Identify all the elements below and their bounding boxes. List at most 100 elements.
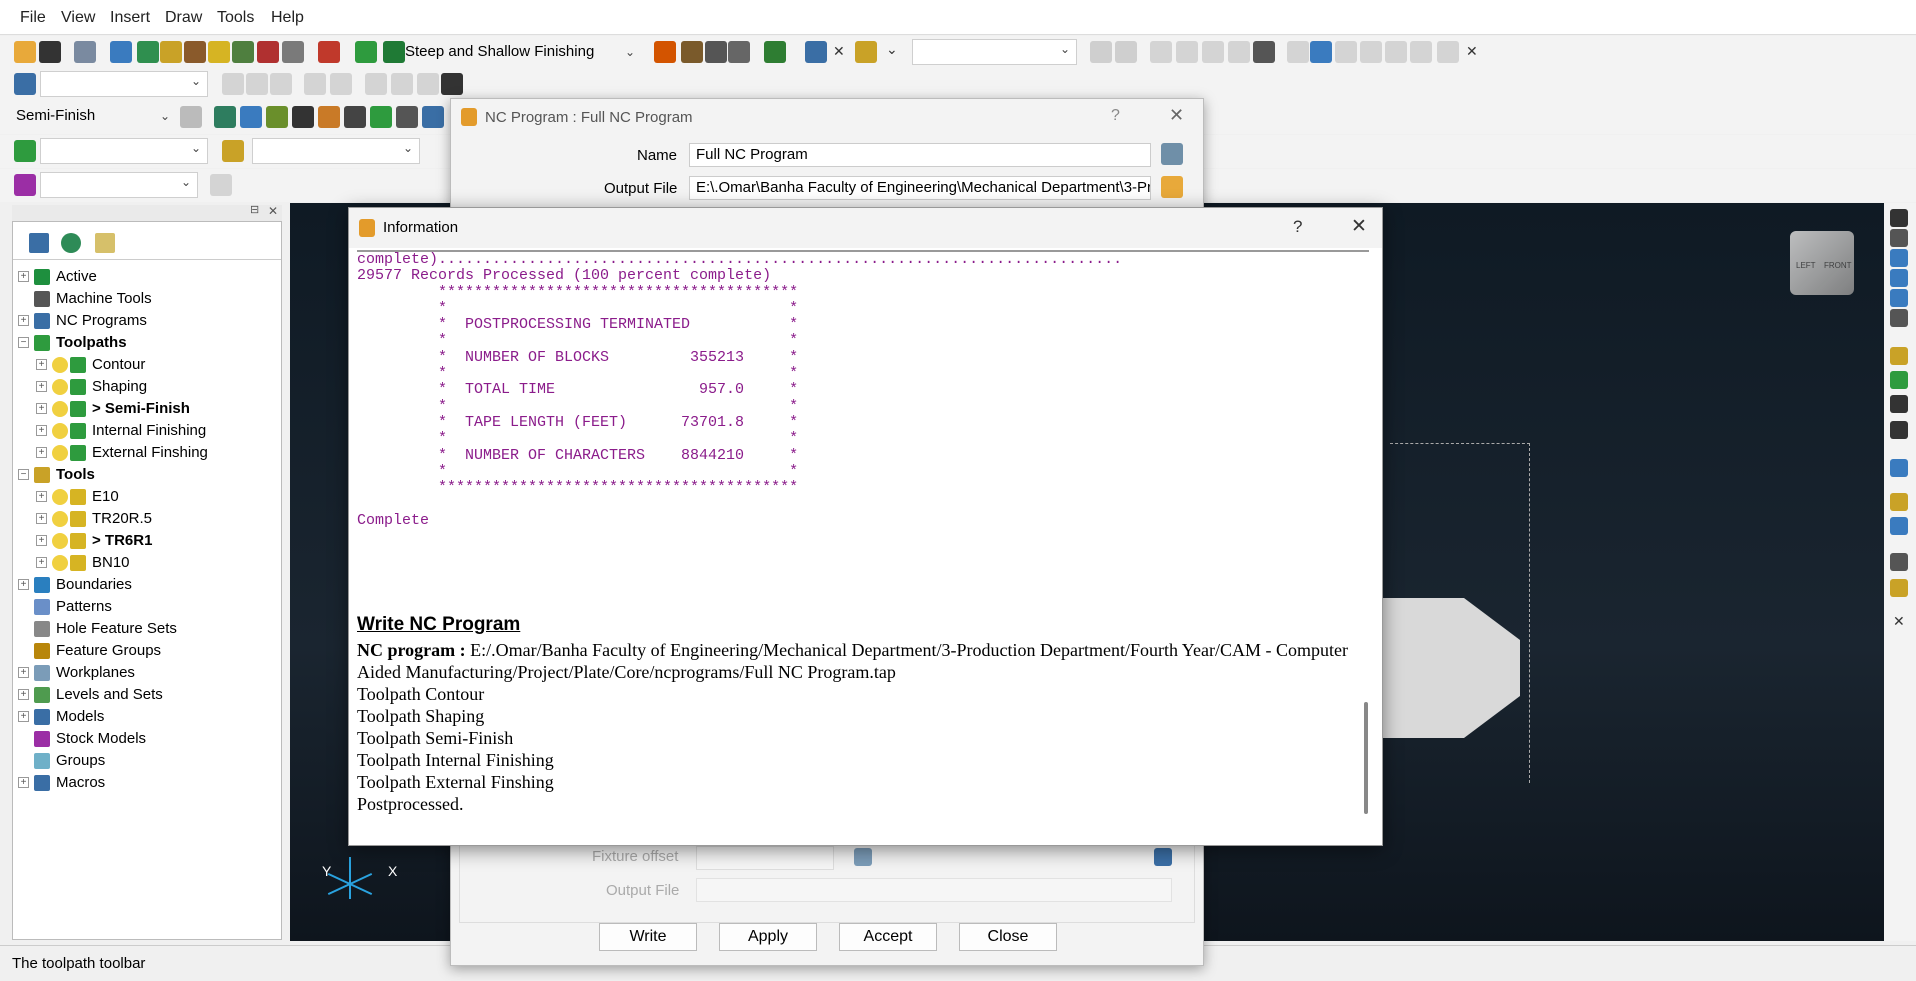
levels-icon[interactable] — [257, 41, 279, 63]
view-tool-icon[interactable] — [1890, 309, 1908, 327]
menu-view[interactable]: View — [61, 9, 95, 27]
tree-expander[interactable]: + — [18, 711, 29, 722]
calculator-icon[interactable] — [705, 41, 727, 63]
tool-combo[interactable]: ⌄ — [252, 138, 420, 164]
toolpath-strategy-combo[interactable]: Steep and Shallow Finishing ⌄ — [405, 41, 643, 65]
strategy-icon[interactable] — [292, 106, 314, 128]
close-button[interactable]: ✕ — [1169, 105, 1184, 126]
apply-button[interactable]: Apply — [719, 923, 817, 951]
tree-item-label[interactable]: Tools — [56, 466, 95, 483]
tree-item-label[interactable]: > TR6R1 — [92, 532, 152, 549]
output-file-input[interactable]: E:\.Omar\Banha Faculty of Engineering\Me… — [689, 176, 1151, 200]
tree-expander[interactable]: + — [18, 271, 29, 282]
tree-item-label[interactable]: Boundaries — [56, 576, 132, 593]
tree-expander[interactable]: + — [18, 667, 29, 678]
tree-expander[interactable]: + — [36, 557, 47, 568]
shading-icon[interactable] — [1253, 41, 1275, 63]
tree-expander[interactable]: − — [18, 337, 29, 348]
rotate-icon[interactable] — [1310, 41, 1332, 63]
view-tool-icon[interactable] — [1890, 579, 1908, 597]
tree-item-label[interactable]: Internal Finishing — [92, 422, 206, 439]
strategy-icon[interactable] — [318, 106, 340, 128]
tree-expander[interactable]: + — [18, 689, 29, 700]
tree-item-label[interactable]: Toolpaths — [56, 334, 127, 351]
tree-item-label[interactable]: > Semi-Finish — [92, 400, 190, 417]
view-cube[interactable]: LEFT FRONT — [1790, 231, 1854, 295]
menu-help[interactable]: Help — [271, 9, 304, 27]
tree-expander[interactable]: + — [36, 425, 47, 436]
help-button[interactable]: ? — [1111, 107, 1120, 125]
calculate-icon[interactable] — [654, 41, 676, 63]
properties-icon[interactable] — [1161, 143, 1183, 165]
stock-icon[interactable] — [318, 41, 340, 63]
view-combo[interactable]: ⌄ — [912, 39, 1077, 65]
view-tool-icon[interactable] — [1890, 371, 1908, 389]
tree-item-label[interactable]: Hole Feature Sets — [56, 620, 177, 637]
tree-item-label[interactable]: External Finshing — [92, 444, 208, 461]
strategy-icon[interactable] — [266, 106, 288, 128]
view-tool-icon[interactable] — [1890, 395, 1908, 413]
tree-expander[interactable]: + — [36, 381, 47, 392]
pencil-icon[interactable] — [232, 41, 254, 63]
tree-expander[interactable]: + — [18, 315, 29, 326]
workplane-icon[interactable] — [282, 41, 304, 63]
stock-model-combo[interactable]: ⌄ — [40, 172, 198, 198]
close-dialog-button[interactable]: Close — [959, 923, 1057, 951]
view-tool-icon[interactable] — [1890, 347, 1908, 365]
information-content[interactable]: complete)...............................… — [357, 252, 1369, 839]
tree-item-label[interactable]: Levels and Sets — [56, 686, 163, 703]
machine-icon[interactable] — [441, 73, 463, 95]
menu-file[interactable]: File — [20, 9, 46, 27]
pattern-icon[interactable] — [160, 41, 182, 63]
tool-icon[interactable] — [208, 41, 230, 63]
tree-expander[interactable]: + — [18, 777, 29, 788]
tool-icon[interactable] — [222, 140, 244, 162]
boundary-icon[interactable] — [137, 41, 159, 63]
open-icon[interactable] — [14, 41, 36, 63]
tree-expander[interactable]: + — [36, 513, 47, 524]
close-icon[interactable]: ✕ — [833, 43, 845, 60]
close-icon[interactable]: ✕ — [1893, 613, 1905, 630]
active-toolpath-combo[interactable]: Semi-Finish ⌄ — [10, 105, 178, 129]
tree-item-label[interactable]: Machine Tools — [56, 290, 152, 307]
help-button[interactable]: ? — [1293, 217, 1302, 237]
feature-icon[interactable] — [184, 41, 206, 63]
view-tool-icon[interactable] — [1890, 517, 1908, 535]
close-icon[interactable]: ✕ — [1466, 43, 1478, 60]
tree-expander[interactable]: − — [18, 469, 29, 480]
print-icon[interactable] — [74, 41, 96, 63]
pin-icon[interactable]: ⊟ — [250, 203, 259, 216]
scrollbar-thumb[interactable] — [1364, 702, 1368, 814]
tree-item-label[interactable]: Shaping — [92, 378, 147, 395]
table-icon[interactable] — [396, 106, 418, 128]
tree-item-label[interactable]: Stock Models — [56, 730, 146, 747]
tree-item-label[interactable]: Macros — [56, 774, 105, 791]
write-button[interactable]: Write — [599, 923, 697, 951]
edit-icon[interactable] — [681, 41, 703, 63]
view-tool-icon[interactable] — [1890, 249, 1908, 267]
view-tool-icon[interactable] — [1890, 459, 1908, 477]
copy-icon[interactable] — [422, 106, 444, 128]
close-button[interactable]: ✕ — [1351, 215, 1367, 238]
tree-item-label[interactable]: NC Programs — [56, 312, 147, 329]
strategy-icon[interactable] — [214, 106, 236, 128]
chevron-down-icon[interactable]: ⌄ — [886, 41, 898, 58]
view-tool-icon[interactable] — [1890, 289, 1908, 307]
tree-item-label[interactable]: Contour — [92, 356, 145, 373]
tree-expander[interactable]: + — [36, 447, 47, 458]
tree-item-label[interactable]: Groups — [56, 752, 105, 769]
view-tool-icon[interactable] — [1890, 209, 1908, 227]
stock-model-icon[interactable] — [14, 174, 36, 196]
toolpath-combo[interactable]: ⌄ — [40, 138, 208, 164]
toolpath-icon[interactable] — [14, 140, 36, 162]
name-input[interactable]: Full NC Program — [689, 143, 1151, 167]
strategy-icon[interactable] — [344, 106, 366, 128]
accept-button[interactable]: Accept — [839, 923, 937, 951]
tree-expander[interactable]: + — [18, 579, 29, 590]
menu-tools[interactable]: Tools — [217, 9, 254, 27]
tree-expander[interactable]: + — [36, 403, 47, 414]
tree-expander[interactable]: + — [36, 359, 47, 370]
fit-icon[interactable] — [764, 41, 786, 63]
ruler-icon[interactable] — [728, 41, 750, 63]
toolpath-settings-icon[interactable] — [180, 106, 202, 128]
